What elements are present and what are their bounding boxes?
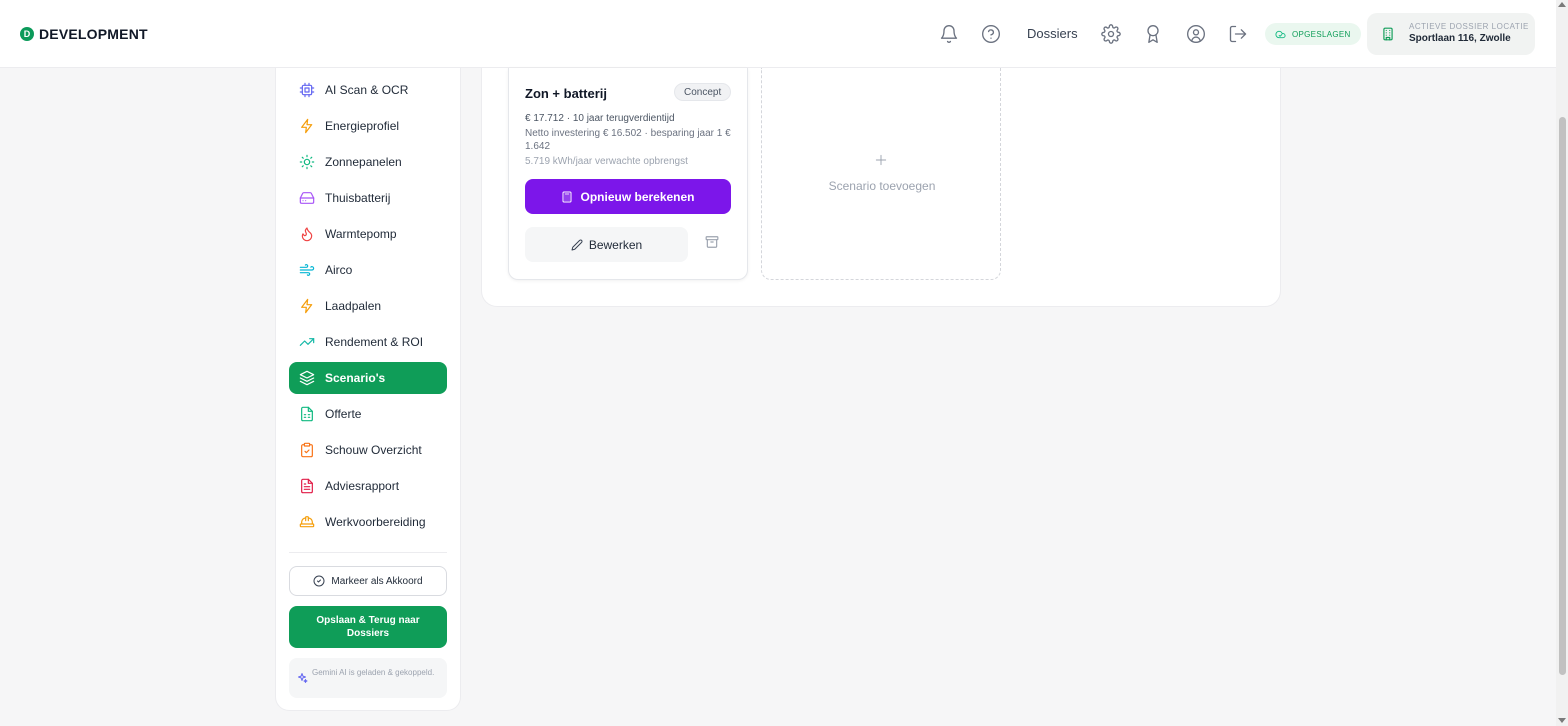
gemini-status: Gemini AI is geladen & gekoppeld. (289, 658, 447, 698)
help-icon[interactable] (981, 24, 1001, 44)
trending-up-icon (299, 334, 315, 350)
award-icon[interactable] (1143, 24, 1163, 44)
sidebar-item-scenario-s[interactable]: Scenario's (289, 362, 447, 394)
sidebar-item-rendement-roi[interactable]: Rendement & ROI (289, 326, 447, 358)
sidebar-item-label: Schouw Overzicht (325, 443, 422, 457)
edit-label: Bewerken (588, 237, 643, 252)
sidebar-item-schouw-overzicht[interactable]: Schouw Overzicht (289, 434, 447, 466)
mark-accorded-button[interactable]: Markeer als Akkoord (289, 566, 447, 596)
sidebar-item-label: Thuisbatterij (325, 191, 391, 205)
sidebar-item-thuisbatterij[interactable]: Thuisbatterij (289, 182, 447, 214)
saved-status-badge: OPGESLAGEN (1265, 23, 1361, 45)
sidebar-item-offerte[interactable]: Offerte (289, 398, 447, 430)
clipboard-check-icon (299, 442, 315, 458)
cloud-check-icon (1275, 30, 1286, 38)
user-circle-icon[interactable] (1186, 24, 1206, 44)
brand[interactable]: D DEVELOPMENT (20, 26, 148, 42)
sidebar-item-ai-scan-ocr[interactable]: AI Scan & OCR (289, 74, 447, 106)
sidebar: AI Scan & OCR Energieprofiel Zonnepanelen T… (275, 68, 461, 711)
calculator-icon (562, 191, 572, 202)
archive-icon[interactable] (705, 235, 721, 251)
gemini-status-text: Gemini AI is geladen & gekoppeld. (312, 668, 435, 677)
edit-button[interactable]: Bewerken (525, 227, 688, 262)
scenario-card: Zon + batterij Concept € 17.712 · 10 jaa… (508, 68, 748, 280)
file-text-icon (299, 478, 315, 494)
gear-icon[interactable] (1101, 24, 1121, 44)
brand-name: DEVELOPMENT (39, 26, 148, 42)
sidebar-item-label: Airco (325, 263, 353, 277)
sidebar-item-label: AI Scan & OCR (325, 83, 409, 97)
logout-icon[interactable] (1228, 24, 1248, 44)
sidebar-item-laadpalen[interactable]: Laadpalen (289, 290, 447, 322)
plus-icon (874, 153, 888, 167)
sidebar-item-label: Warmtepomp (325, 227, 397, 241)
recalculate-button[interactable]: Opnieuw berekenen (525, 179, 731, 214)
location-label: ACTIEVE DOSSIER LOCATIE (1409, 22, 1529, 31)
save-back-label: Opslaan & Terug naar Dossiers (316, 615, 420, 639)
scenario-status-text: Concept (684, 86, 722, 98)
sidebar-item-label: Zonnepanelen (325, 155, 402, 169)
sidebar-item-warmtepomp[interactable]: Warmtepomp (289, 218, 447, 250)
sidebar-item-label: Werkvoorbereiding (325, 515, 426, 529)
wind-icon (299, 262, 315, 278)
add-scenario-label: Scenario toevoegen (828, 179, 936, 193)
scenario-summary: € 17.712 · 10 jaar terugverdientijd (525, 113, 675, 124)
bell-icon[interactable] (939, 24, 959, 44)
location-value: Sportlaan 116, Zwolle (1409, 33, 1511, 44)
mark-accorded-label: Markeer als Akkoord (331, 575, 423, 587)
scenarios-panel: Zon + batterij Concept € 17.712 · 10 jaa… (481, 68, 1281, 307)
brand-logo: D (20, 27, 34, 41)
pencil-icon (571, 239, 583, 250)
sidebar-item-werkvoorbereiding[interactable]: Werkvoorbereiding (289, 506, 447, 538)
building-icon (1381, 27, 1395, 41)
sidebar-item-label: Adviesrapport (325, 479, 400, 493)
scroll-down-arrow[interactable] (1558, 718, 1566, 723)
sidebar-item-label: Offerte (325, 407, 362, 421)
sheet-icon (299, 406, 315, 422)
sidebar-item-label: Rendement & ROI (325, 335, 424, 349)
scenario-title: Zon + batterij (525, 86, 607, 101)
sidebar-divider (289, 552, 447, 553)
nav-dossiers-link[interactable]: Dossiers (1027, 26, 1078, 41)
sidebar-item-label: Laadpalen (325, 299, 382, 313)
scenario-status-badge: Concept (674, 83, 732, 101)
layers-icon (299, 370, 315, 386)
sidebar-item-label: Scenario's (325, 371, 386, 385)
page-scrollbar-thumb[interactable] (1559, 117, 1566, 675)
cpu-icon (299, 82, 315, 98)
flame-icon (299, 226, 315, 242)
sidebar-item-adviesrapport[interactable]: Adviesrapport (289, 470, 447, 502)
saved-status-text: OPGESLAGEN (1292, 29, 1351, 39)
hard-hat-icon (299, 514, 315, 530)
scenario-investment: Netto investering € 16.502 · besparing j… (525, 128, 731, 152)
top-header: D DEVELOPMENT Dossiers OPGESLAGEN ACTIEV… (0, 0, 1556, 68)
scroll-up-arrow[interactable] (1558, 2, 1566, 7)
bolt-icon (299, 298, 315, 314)
sun-icon (299, 154, 315, 170)
sidebar-item-zonnepanelen[interactable]: Zonnepanelen (289, 146, 447, 178)
active-location[interactable]: ACTIEVE DOSSIER LOCATIE Sportlaan 116, Z… (1367, 13, 1535, 55)
bolt-icon (299, 118, 315, 134)
save-back-button[interactable]: Opslaan & Terug naar Dossiers (289, 606, 447, 648)
add-scenario-card[interactable]: Scenario toevoegen (761, 68, 1001, 280)
sidebar-item-energieprofiel[interactable]: Energieprofiel (289, 110, 447, 142)
recalculate-label: Opnieuw berekenen (580, 189, 695, 204)
sidebar-item-airco[interactable]: Airco (289, 254, 447, 286)
scenario-yield: 5.719 kWh/jaar verwachte opbrengst (525, 156, 688, 167)
check-circle-icon (313, 575, 325, 587)
hard-drive-icon (299, 190, 315, 206)
sparkles-icon (298, 673, 308, 683)
sidebar-item-label: Energieprofiel (325, 119, 400, 133)
